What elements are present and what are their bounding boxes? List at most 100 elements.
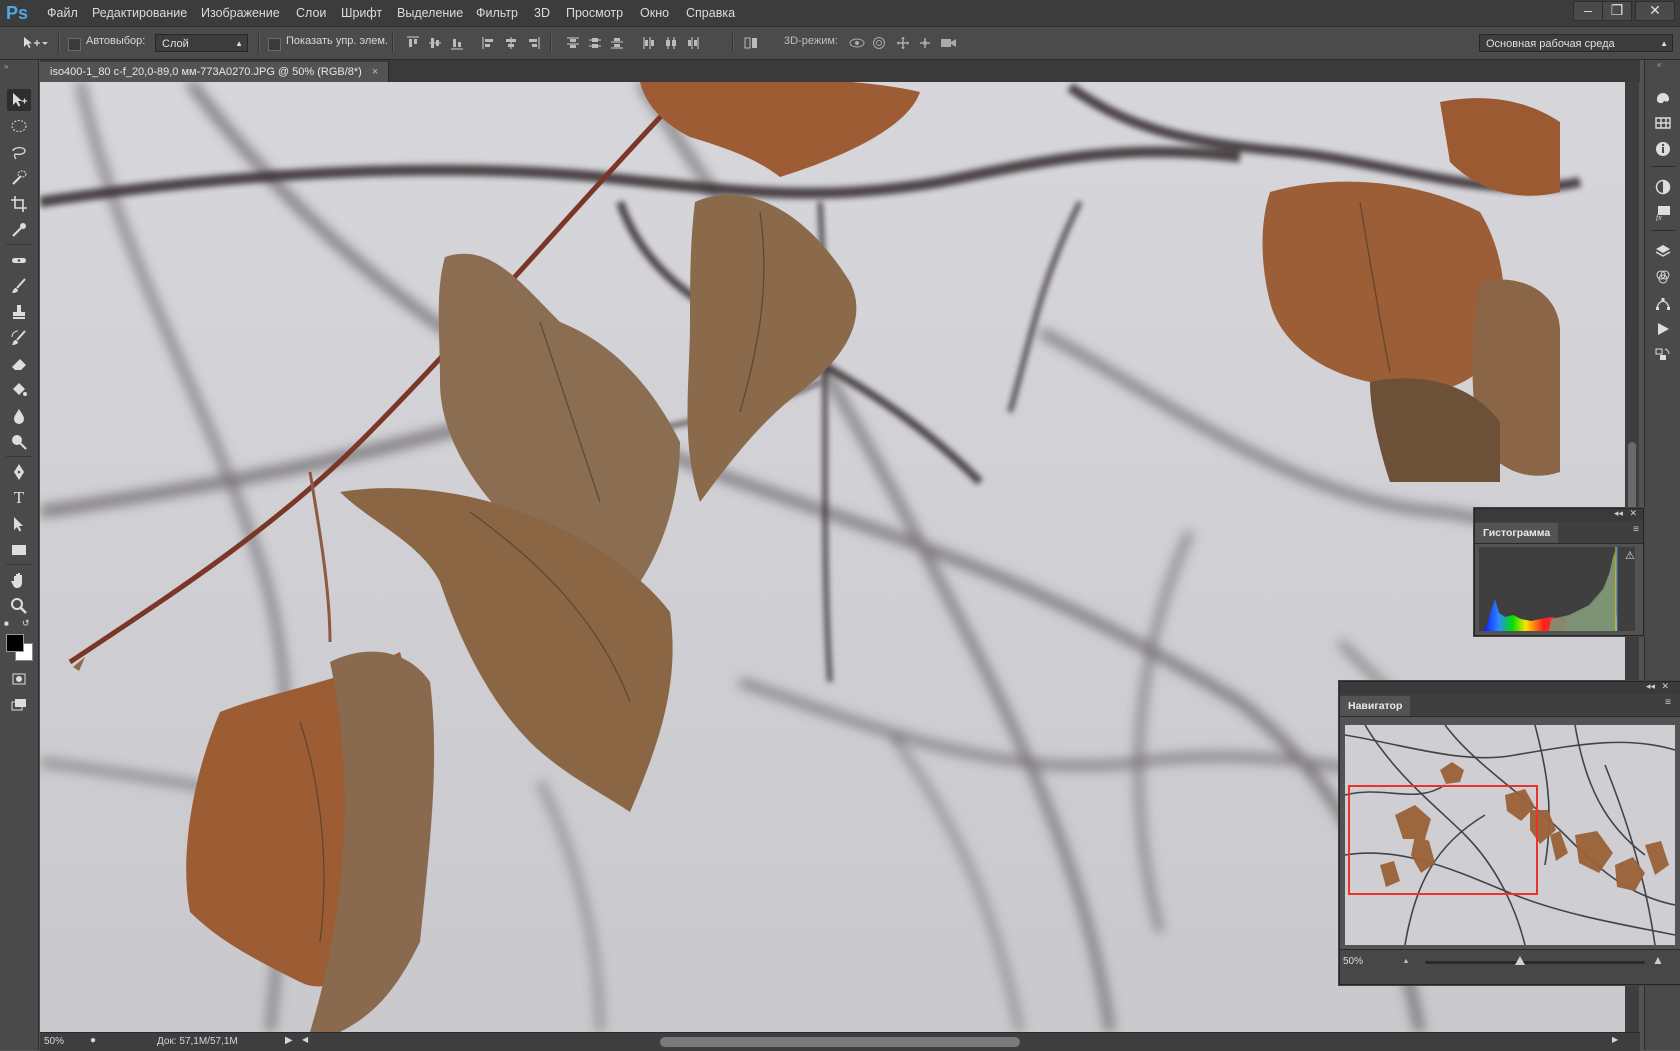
- zoom-in-icon[interactable]: ▲: [1652, 953, 1664, 967]
- restore-button[interactable]: ❐: [1602, 1, 1632, 21]
- eraser-tool[interactable]: [7, 353, 31, 375]
- align-hcenter-icon[interactable]: [504, 36, 518, 50]
- quick-mask-button[interactable]: [7, 668, 31, 690]
- menu-file[interactable]: Файл: [47, 0, 78, 26]
- 3d-slide-icon[interactable]: [918, 36, 932, 50]
- type-tool[interactable]: T: [7, 487, 31, 509]
- panel-header-strip: ◂◂ ✕: [1475, 508, 1643, 521]
- navigator-zoom-value[interactable]: 50%: [1343, 956, 1363, 967]
- align-top-icon[interactable]: [406, 36, 420, 50]
- 3d-pan-icon[interactable]: [896, 36, 910, 50]
- panel-menu-icon[interactable]: ≡: [1665, 697, 1671, 708]
- actions-panel-button[interactable]: [1654, 320, 1672, 338]
- crop-tool[interactable]: [7, 193, 31, 215]
- info-panel-button[interactable]: [1654, 140, 1672, 158]
- distribute-bottom-icon[interactable]: [610, 36, 624, 50]
- quick-select-tool[interactable]: [7, 167, 31, 189]
- history-brush-tool[interactable]: [7, 327, 31, 349]
- scroll-right-icon[interactable]: ▶: [1612, 1035, 1618, 1044]
- menu-view[interactable]: Просмотр: [566, 0, 623, 26]
- menu-edit[interactable]: Редактирование: [92, 0, 187, 26]
- navigator-thumbnail[interactable]: [1345, 725, 1675, 945]
- navigator-footer: 50% ▴ ▲: [1340, 949, 1680, 984]
- brush-tool[interactable]: [7, 275, 31, 297]
- healing-tool[interactable]: [7, 249, 31, 271]
- workspace-dropdown[interactable]: Основная рабочая среда ▲: [1479, 34, 1673, 52]
- zoom-slider-track[interactable]: [1425, 961, 1645, 964]
- close-panel-icon[interactable]: ✕: [1629, 508, 1637, 519]
- layers-panel-button[interactable]: [1654, 242, 1672, 260]
- paint-bucket-tool[interactable]: [7, 379, 31, 401]
- blur-tool[interactable]: [7, 405, 31, 427]
- autoselect-dropdown[interactable]: Слой ▲: [155, 34, 248, 52]
- menu-3d[interactable]: 3D: [534, 0, 550, 26]
- autoselect-checkbox[interactable]: [68, 38, 81, 51]
- color-panel-button[interactable]: [1654, 88, 1672, 106]
- collapse-toolbar-icon[interactable]: »: [4, 62, 8, 71]
- zoom-slider-handle[interactable]: [1515, 956, 1525, 965]
- screen-mode-button[interactable]: [7, 694, 31, 716]
- distribute-top-icon[interactable]: [566, 36, 580, 50]
- histogram-tab[interactable]: Гистограмма: [1475, 523, 1559, 543]
- swap-colors-icon[interactable]: ↺: [22, 618, 30, 629]
- path-select-tool[interactable]: [7, 513, 31, 535]
- 3d-scale-icon[interactable]: [940, 36, 958, 50]
- channels-panel-button[interactable]: [1654, 268, 1672, 286]
- navigator-tab[interactable]: Навигатор: [1340, 696, 1411, 716]
- show-transform-checkbox[interactable]: [268, 38, 281, 51]
- menu-select[interactable]: Выделение: [397, 0, 463, 26]
- menu-image[interactable]: Изображение: [201, 0, 280, 26]
- rectangle-tool[interactable]: [7, 539, 31, 561]
- stamp-tool[interactable]: [7, 301, 31, 323]
- paths-panel-button[interactable]: [1654, 294, 1672, 312]
- align-right-icon[interactable]: [526, 36, 540, 50]
- align-vcenter-icon[interactable]: [428, 36, 442, 50]
- marquee-tool[interactable]: [7, 115, 31, 137]
- close-panel-icon[interactable]: ✕: [1661, 681, 1669, 692]
- eyedropper-tool[interactable]: [7, 219, 31, 241]
- menu-window[interactable]: Окно: [640, 0, 669, 26]
- adjustments-panel-button[interactable]: [1654, 178, 1672, 196]
- auto-align-icon[interactable]: [744, 36, 758, 50]
- pen-tool[interactable]: [7, 461, 31, 483]
- horizontal-scroll-thumb[interactable]: [660, 1037, 1020, 1047]
- align-left-icon[interactable]: [482, 36, 496, 50]
- distribute-right-icon[interactable]: [686, 36, 700, 50]
- distribute-hcenter-icon[interactable]: [664, 36, 678, 50]
- align-bottom-icon[interactable]: [450, 36, 464, 50]
- status-info-icon[interactable]: ●: [90, 1035, 96, 1046]
- zoom-level[interactable]: 50%: [44, 1036, 64, 1047]
- close-button[interactable]: ✕: [1635, 1, 1675, 21]
- move-tool-preset-icon[interactable]: [22, 36, 48, 50]
- close-tab-icon[interactable]: ×: [372, 66, 378, 78]
- zoom-out-icon[interactable]: ▴: [1404, 956, 1408, 965]
- hand-tool[interactable]: [7, 569, 31, 591]
- foreground-color-swatch[interactable]: [6, 634, 24, 652]
- collapse-panel-icon[interactable]: ◂◂: [1614, 508, 1623, 519]
- expand-dock-icon[interactable]: «: [1657, 60, 1661, 69]
- menu-type[interactable]: Шрифт: [341, 0, 382, 26]
- minimize-button[interactable]: –: [1573, 1, 1603, 21]
- status-menu-arrow-icon[interactable]: ▶: [285, 1035, 293, 1046]
- dodge-tool[interactable]: [7, 431, 31, 453]
- panel-menu-icon[interactable]: ≡: [1633, 524, 1639, 535]
- history-panel-button[interactable]: [1654, 346, 1672, 364]
- distribute-left-icon[interactable]: [642, 36, 656, 50]
- distribute-vcenter-icon[interactable]: [588, 36, 602, 50]
- 3d-rotate-icon[interactable]: [848, 36, 866, 50]
- styles-panel-button[interactable]: fx: [1654, 204, 1672, 222]
- zoom-tool[interactable]: [7, 595, 31, 617]
- document-tab[interactable]: iso400-1_80 c-f_20,0-89,0 мм-773A0270.JP…: [40, 62, 390, 82]
- menu-filter[interactable]: Фильтр: [476, 0, 518, 26]
- menu-layers[interactable]: Слои: [296, 0, 326, 26]
- scroll-left-icon[interactable]: ◀: [302, 1035, 308, 1044]
- warning-icon[interactable]: ⚠: [1625, 549, 1635, 562]
- menu-help[interactable]: Справка: [686, 0, 735, 26]
- 3d-roll-icon[interactable]: [872, 36, 886, 50]
- swatches-panel-button[interactable]: [1654, 114, 1672, 132]
- lasso-tool[interactable]: [7, 141, 31, 163]
- move-tool[interactable]: [7, 89, 31, 111]
- navigator-view-rectangle[interactable]: [1348, 785, 1538, 895]
- default-colors-icon[interactable]: ■: [4, 619, 9, 628]
- collapse-panel-icon[interactable]: ◂◂: [1646, 681, 1655, 692]
